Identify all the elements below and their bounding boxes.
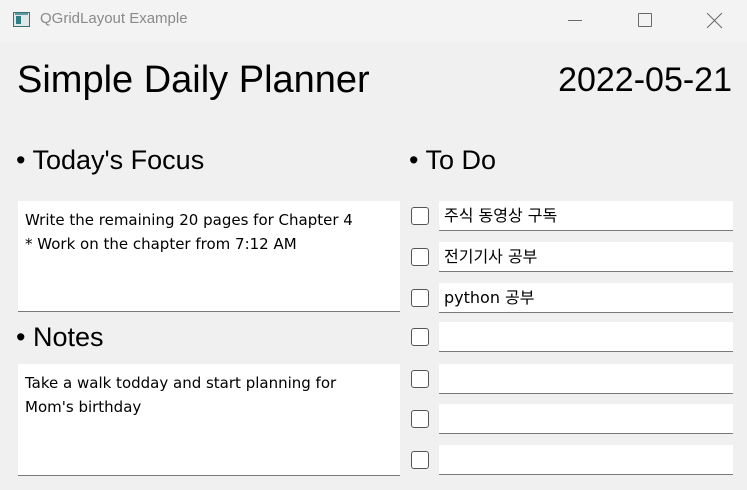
todo-checkbox[interactable]: [411, 370, 429, 388]
todo-checkbox[interactable]: [411, 451, 429, 469]
todo-text-field[interactable]: [439, 445, 733, 475]
todays-focus-textarea[interactable]: Write the remaining 20 pages for Chapter…: [18, 201, 400, 312]
notes-textarea[interactable]: Take a walk todday and start planning fo…: [18, 364, 400, 476]
maximize-icon: [638, 13, 652, 27]
notes-heading: • Notes: [16, 322, 104, 352]
todo-text-field[interactable]: 전기기사 공부: [439, 242, 733, 272]
minimize-button[interactable]: [552, 0, 598, 40]
close-button[interactable]: [692, 0, 738, 40]
todo-item: [410, 445, 734, 475]
todo-text-field[interactable]: [439, 322, 733, 352]
todo-checkbox[interactable]: [411, 248, 429, 266]
todo-heading: • To Do: [409, 145, 496, 175]
todo-text-field[interactable]: 주식 동영상 구독: [439, 201, 733, 231]
todo-text-field[interactable]: python 공부: [439, 283, 733, 313]
todo-checkbox[interactable]: [411, 410, 429, 428]
window-title: QGridLayout Example: [40, 10, 188, 27]
todo-text-field[interactable]: [439, 364, 733, 394]
todo-checkbox[interactable]: [411, 328, 429, 346]
close-icon: [707, 12, 723, 28]
todo-item: [410, 322, 734, 352]
minimize-icon: [568, 19, 582, 21]
page-title: Simple Daily Planner: [17, 59, 370, 101]
todo-item: [410, 364, 734, 394]
maximize-button[interactable]: [622, 0, 668, 40]
todays-focus-heading: • Today's Focus: [16, 145, 205, 175]
todo-item: python 공부: [410, 283, 734, 313]
todo-item: 전기기사 공부: [410, 242, 734, 272]
todo-checkbox[interactable]: [411, 207, 429, 225]
todo-item: [410, 404, 734, 434]
window-titlebar[interactable]: QGridLayout Example: [0, 0, 747, 42]
todo-item: 주식 동영상 구독: [410, 201, 734, 231]
app-window-icon: [13, 12, 30, 27]
date-label: 2022-05-21: [558, 61, 732, 99]
todo-checkbox[interactable]: [411, 289, 429, 307]
todo-text-field[interactable]: [439, 404, 733, 434]
